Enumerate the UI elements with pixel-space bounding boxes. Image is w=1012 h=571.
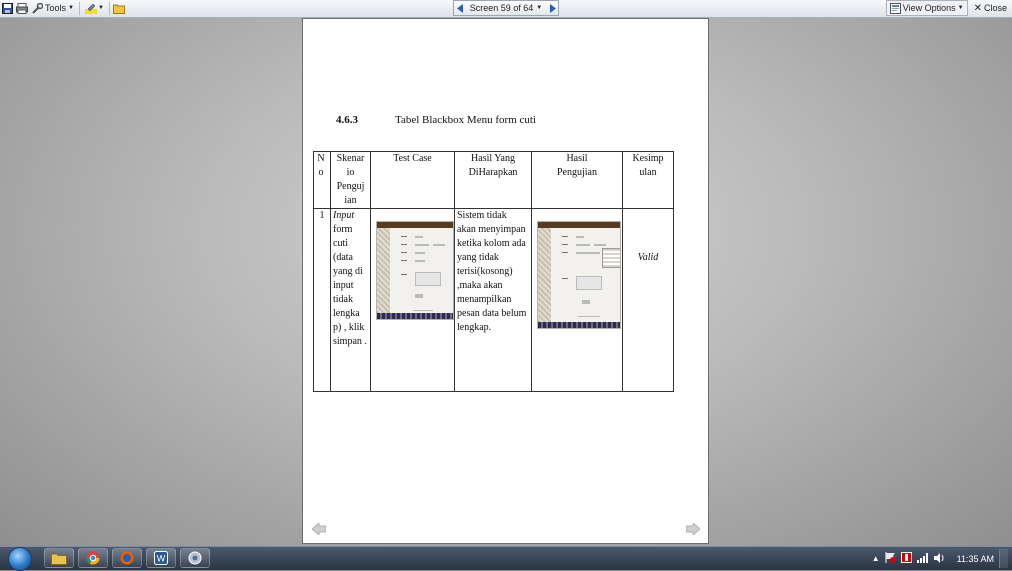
chevron-down-icon: ▼ xyxy=(97,5,104,11)
close-button[interactable]: ✕ Close xyxy=(971,1,1010,15)
cell-test-case xyxy=(370,208,455,392)
system-tray: ▲ 11:35 AM xyxy=(872,549,1008,568)
taskbar-chrome-button[interactable] xyxy=(78,548,108,568)
action-center-flag-icon[interactable] xyxy=(885,552,896,565)
network-signal-icon[interactable] xyxy=(916,552,929,565)
screen-navigator: Screen 59 of 64 ▼ xyxy=(453,0,559,16)
highlighter-icon xyxy=(84,3,97,14)
toolbar-divider xyxy=(78,1,80,15)
tools-label: Tools xyxy=(45,3,67,13)
arrow-right-icon xyxy=(685,521,701,537)
volume-icon[interactable] xyxy=(933,552,946,565)
header-no: N o xyxy=(313,151,331,209)
section-title: Tabel Blackbox Menu form cuti xyxy=(395,114,536,126)
show-desktop-button[interactable] xyxy=(999,549,1008,568)
header-scenario: Skenar io Penguj ian xyxy=(330,151,371,209)
close-icon: ✕ xyxy=(973,2,982,14)
close-label: Close xyxy=(983,3,1007,13)
previous-screen-button[interactable] xyxy=(454,1,466,15)
folder-icon[interactable] xyxy=(112,3,125,14)
cell-scenario: Input form cuti (data yang di input tida… xyxy=(330,208,371,392)
chrome-icon xyxy=(86,551,100,565)
next-screen-button[interactable] xyxy=(546,1,558,15)
previous-page-button[interactable] xyxy=(311,521,327,537)
document-page: 4.6.3 Tabel Blackbox Menu form cuti N o … xyxy=(302,18,709,544)
tools-icon xyxy=(32,2,44,14)
header-test-case: Test Case xyxy=(370,151,455,209)
arrow-left-icon xyxy=(311,521,327,537)
word-icon: W xyxy=(154,551,168,565)
table-header-row: N o Skenar io Penguj ian Test Case Hasil… xyxy=(313,151,674,209)
security-alert-icon[interactable] xyxy=(900,552,912,565)
section-number: 4.6.3 xyxy=(336,114,358,126)
chevron-down-icon: ▼ xyxy=(68,5,74,11)
blackbox-table: N o Skenar io Penguj ian Test Case Hasil… xyxy=(313,151,674,392)
tools-menu-button[interactable]: Tools ▼ xyxy=(30,1,76,15)
header-conclusion: Kesimp ulan xyxy=(622,151,674,209)
scenario-text: form cuti (data yang di input tidak leng… xyxy=(333,224,367,347)
taskbar: W ▲ 11:35 AM xyxy=(0,546,1012,571)
cell-conclusion: Valid xyxy=(622,208,674,392)
viewer-toolbar: Tools ▼ ▼ Screen 59 of 64 ▼ View Options… xyxy=(0,0,1012,18)
cell-result xyxy=(531,208,623,392)
cell-expected: Sistem tidak akan menyimpan ketika kolom… xyxy=(454,208,532,392)
screen-indicator: Screen 59 of 64 xyxy=(469,3,534,13)
save-icon[interactable] xyxy=(2,2,13,14)
view-options-label: View Options xyxy=(902,3,956,13)
view-options-icon xyxy=(889,2,901,14)
section-heading: 4.6.3 Tabel Blackbox Menu form cuti xyxy=(336,114,536,126)
firefox-icon xyxy=(120,551,134,565)
taskbar-word-button[interactable]: W xyxy=(146,548,176,568)
table-row: 1 Input form cuti (data yang di input ti… xyxy=(313,208,674,392)
result-screenshot xyxy=(537,221,621,329)
highlighter-button[interactable]: ▼ xyxy=(83,1,106,15)
toolbar-divider xyxy=(108,1,110,15)
next-page-button[interactable] xyxy=(685,521,701,537)
system-clock[interactable]: 11:35 AM xyxy=(957,554,994,564)
taskbar-explorer-button[interactable] xyxy=(44,548,74,568)
explorer-icon xyxy=(51,553,67,565)
chevron-down-icon: ▼ xyxy=(957,5,964,11)
scenario-italic: Input xyxy=(333,210,355,221)
header-expected: Hasil Yang DiHarapkan xyxy=(454,151,532,209)
chevron-down-icon: ▼ xyxy=(536,5,543,11)
arrow-left-icon xyxy=(456,3,463,13)
app-icon xyxy=(188,551,202,565)
print-icon[interactable] xyxy=(16,2,28,14)
start-button[interactable] xyxy=(6,546,34,571)
windows-logo-icon xyxy=(8,546,32,571)
show-hidden-icons-icon[interactable]: ▲ xyxy=(872,554,880,563)
screen-selector[interactable]: Screen 59 of 64 ▼ xyxy=(470,3,543,13)
test-case-screenshot xyxy=(376,221,454,320)
svg-text:W: W xyxy=(157,554,166,564)
header-result: Hasil Pengujian xyxy=(531,151,623,209)
arrow-right-icon xyxy=(549,3,556,13)
view-options-button[interactable]: View Options ▼ xyxy=(885,0,968,16)
taskbar-firefox-button[interactable] xyxy=(112,548,142,568)
cell-no: 1 xyxy=(313,208,331,392)
taskbar-app-button[interactable] xyxy=(180,548,210,568)
